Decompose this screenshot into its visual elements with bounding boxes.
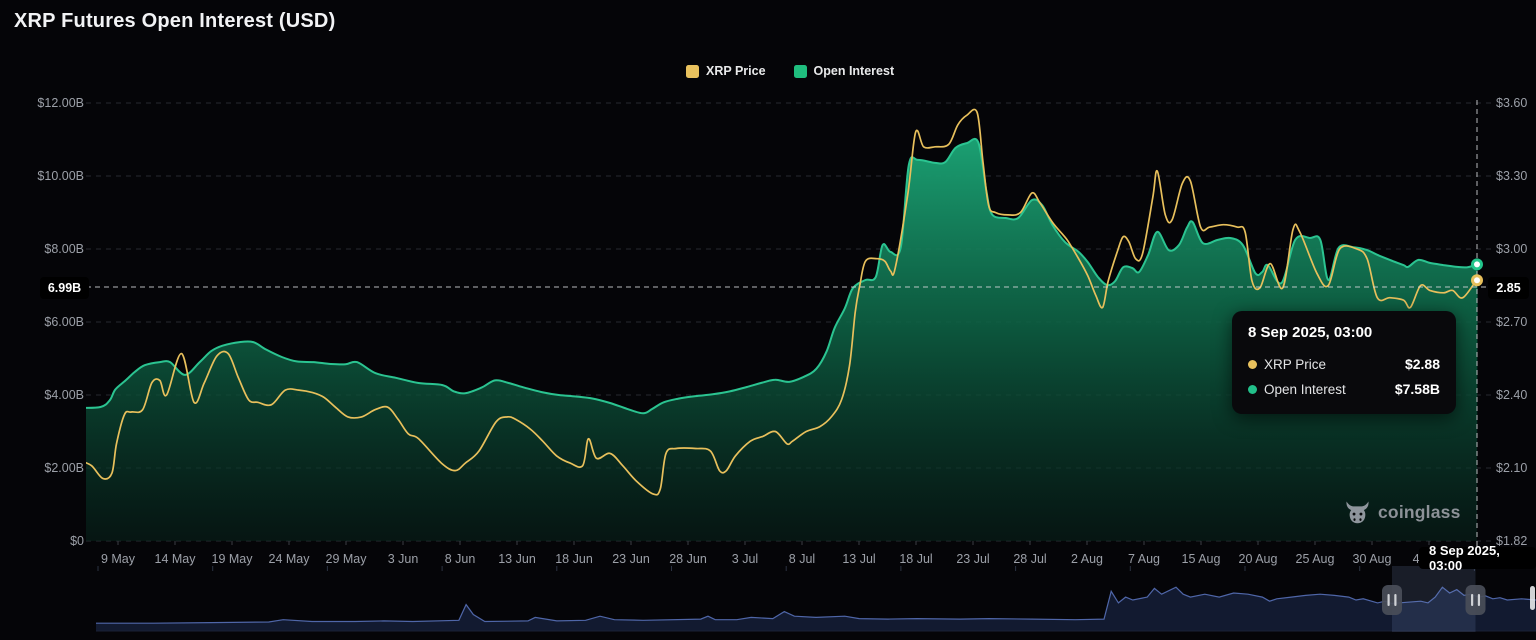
y-axis-left-label: $12.00B [0, 95, 84, 111]
crosshair-right-value-pill: 2.85 [1488, 277, 1529, 299]
tooltip-row-xrp-price: XRP Price $2.88 [1248, 352, 1440, 377]
y-axis-right-label: $2.40 [1496, 387, 1527, 403]
y-axis-right-label: $3.60 [1496, 95, 1527, 111]
y-axis-right-label: $3.00 [1496, 241, 1527, 257]
tooltip-value-xrp-price: $2.88 [1405, 352, 1440, 377]
y-axis-right-label: $3.30 [1496, 168, 1527, 184]
crosshair-left-value-pill: 6.99B [40, 277, 89, 299]
coinglass-bull-icon [1345, 500, 1370, 525]
tooltip-label-xrp-price: XRP Price [1264, 352, 1326, 377]
navigator-handle-left[interactable] [1382, 585, 1402, 615]
coinglass-watermark: coinglass [1345, 500, 1461, 525]
y-axis-right-label: $2.70 [1496, 314, 1527, 330]
chart-root: XRP Futures Open Interest (USD) XRP Pric… [0, 0, 1536, 640]
tooltip: 8 Sep 2025, 03:00 XRP Price $2.88 Open I… [1232, 311, 1456, 414]
y-axis-right-label: $2.10 [1496, 460, 1527, 476]
y-axis-left-label: $0 [0, 533, 84, 549]
tooltip-label-open-interest: Open Interest [1264, 377, 1346, 402]
y-axis-left-label: $4.00B [0, 387, 84, 403]
coinglass-wordmark: coinglass [1378, 502, 1461, 523]
tooltip-value-open-interest: $7.58B [1395, 377, 1440, 402]
y-axis-left-label: $2.00B [0, 460, 84, 476]
tooltip-date: 8 Sep 2025, 03:00 [1248, 324, 1440, 341]
tooltip-row-open-interest: Open Interest $7.58B [1248, 377, 1440, 402]
y-axis-left-label: $10.00B [0, 168, 84, 184]
y-axis-left-label: $6.00B [0, 314, 84, 330]
scrollbar-thumb[interactable] [1530, 586, 1535, 610]
crosshair-date-pill: 8 Sep 2025, 03:00 [1419, 547, 1536, 569]
y-axis-left-label: $8.00B [0, 241, 84, 257]
navigator-handle-right[interactable] [1466, 585, 1486, 615]
xrp-price-dot-icon [1248, 360, 1257, 369]
navigator-window[interactable] [1392, 566, 1476, 632]
open-interest-dot-icon [1248, 385, 1257, 394]
